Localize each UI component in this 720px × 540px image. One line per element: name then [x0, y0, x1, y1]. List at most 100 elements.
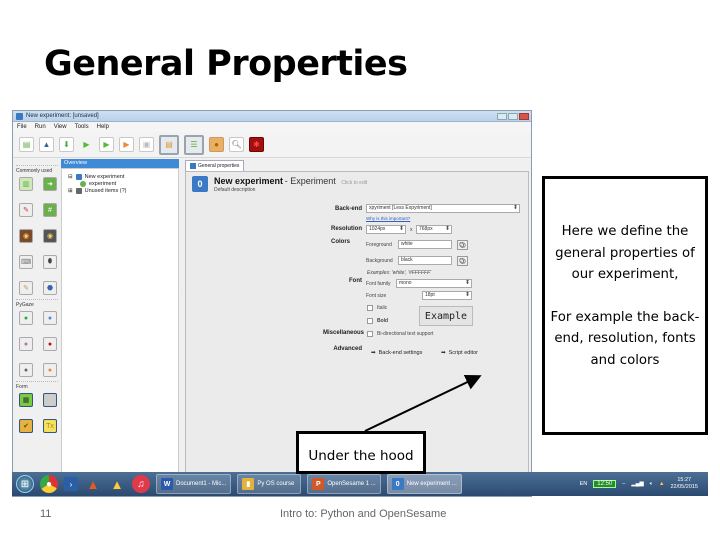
background-input[interactable]: black — [398, 256, 452, 265]
menu-file[interactable]: File — [17, 124, 27, 130]
callout-text-1: Here we define the general properties of… — [555, 224, 695, 282]
clock[interactable]: 15:27 22/05/2015 — [670, 477, 698, 491]
run-window-icon[interactable]: ▶ — [99, 137, 114, 152]
synth-item-icon[interactable]: ◉ — [43, 229, 57, 243]
powershell-icon[interactable]: › — [64, 477, 78, 491]
advanced-label: Advanced — [333, 346, 362, 352]
pygaze-log-icon[interactable]: ● — [43, 363, 57, 377]
foreground-input[interactable]: white — [398, 240, 452, 249]
start-orb-icon[interactable]: ⊞ — [16, 475, 34, 493]
debug-icon[interactable]: ✱ — [249, 137, 264, 152]
taskbar-window-word[interactable]: W Document1 - Mic... — [156, 474, 232, 494]
opensesame-window: New experiment: [unsaved] File Run View … — [12, 110, 532, 497]
backend-settings-button[interactable]: ➡ Back-end settings — [371, 350, 422, 356]
taskbar-window-label: OpenSesame 1 ... — [327, 481, 376, 487]
itunes-icon[interactable]: ♫ — [132, 475, 150, 493]
keyboard-response-item-icon[interactable]: ⌨ — [19, 255, 33, 269]
pygaze-wait-icon[interactable]: ● — [19, 363, 33, 377]
form-base-icon[interactable]: ▦ — [19, 393, 33, 407]
bold-checkbox[interactable] — [367, 318, 373, 324]
script-editor-button[interactable]: ➡ Script editor — [441, 350, 478, 356]
close-button[interactable] — [519, 112, 529, 120]
show-hidden-icons[interactable]: – — [622, 481, 625, 487]
foreground-label: Foreground — [366, 242, 392, 248]
miscellaneous-label: Miscellaneous — [322, 330, 364, 336]
overview-header: Overview — [61, 159, 179, 168]
battery-indicator[interactable]: 12:50 — [593, 480, 617, 488]
feedback-item-icon[interactable]: # — [43, 203, 57, 217]
collapse-icon[interactable]: ⊟ — [68, 174, 73, 180]
minimize-button[interactable] — [497, 112, 507, 120]
taskbar-window-folder[interactable]: ▮ Py OS course — [237, 474, 302, 494]
tab-general-icon[interactable]: ▤ — [159, 134, 179, 155]
slide-footer: Intro to: Python and OpenSesame — [280, 508, 447, 520]
google-drive-icon[interactable]: ▲ — [108, 475, 126, 493]
pygaze-init-icon[interactable]: ● — [19, 311, 33, 325]
clock-date: 22/05/2015 — [670, 484, 698, 490]
experiment-type: - Experiment — [284, 176, 336, 186]
window-titlebar[interactable]: New experiment: [unsaved] — [13, 111, 531, 122]
chrome-icon[interactable]: ● — [40, 475, 58, 493]
sampler-item-icon[interactable]: ◉ — [19, 229, 33, 243]
expand-icon[interactable]: ⊞ — [68, 188, 73, 194]
italic-checkbox[interactable] — [367, 305, 373, 311]
menu-view[interactable]: View — [54, 124, 67, 130]
tree-node-new-experiment[interactable]: ⊟ New experiment — [68, 173, 172, 180]
font-label: Font — [349, 278, 362, 284]
language-indicator[interactable]: EN — [580, 481, 588, 487]
font-family-select[interactable]: mono — [396, 279, 472, 288]
system-tray: EN 12:50 – ▂▄▆ 🔈︎ ▲ 15:27 22/05/2015 — [580, 477, 708, 491]
maximize-button[interactable] — [508, 112, 518, 120]
menu-run[interactable]: Run — [35, 124, 46, 130]
font-family-label: Font family — [366, 281, 391, 287]
backend-select[interactable]: xpyriment [Less Expyriment] — [366, 204, 520, 213]
pygaze-start-recording-icon[interactable]: ● — [19, 337, 33, 351]
foreground-color-picker-button[interactable]: 🎨︎ — [457, 240, 468, 250]
menu-help[interactable]: Help — [97, 124, 109, 130]
sketchpad-item-icon[interactable]: ✎ — [19, 203, 33, 217]
font-size-spinbox[interactable]: 18pt — [422, 291, 472, 300]
tree-node-experiment[interactable]: experiment — [68, 180, 172, 187]
form-text-input-icon[interactable]: Tx — [43, 419, 57, 433]
form-text-display-icon[interactable] — [43, 393, 57, 407]
matlab-icon[interactable]: ▲ — [84, 475, 102, 493]
menu-tools[interactable]: Tools — [75, 124, 89, 130]
variable-inspector-icon[interactable]: 🔍︎ — [229, 137, 244, 152]
pool-icon[interactable]: ● — [209, 137, 224, 152]
height-spinbox[interactable]: 768px — [416, 225, 452, 234]
loop-item-icon[interactable]: ▥ — [19, 177, 33, 191]
save-icon[interactable]: ⬇ — [59, 137, 74, 152]
background-color-picker-button[interactable]: 🎨︎ — [457, 256, 468, 266]
drive-sync-icon[interactable]: ▲ — [659, 481, 664, 487]
bidi-checkbox[interactable] — [367, 331, 373, 337]
inline-script-item-icon[interactable]: ⬣ — [43, 281, 57, 295]
backend-help-link[interactable]: Why is this important? — [366, 216, 410, 221]
folder-icon: ▮ — [242, 478, 255, 490]
tab-general-properties[interactable]: General properties — [185, 160, 245, 171]
opensesame-icon: 0 — [391, 478, 404, 490]
tree-node-unused-items[interactable]: ⊞ Unused items (?) — [68, 187, 172, 194]
font-family-value: mono — [399, 280, 412, 286]
signal-icon[interactable]: ▂▄▆ — [631, 481, 643, 487]
experiment-description[interactable]: Default description — [214, 187, 367, 193]
run-quick-icon[interactable]: ▶ — [119, 137, 134, 152]
open-folder-icon[interactable]: ▲ — [39, 137, 54, 152]
logger-item-icon[interactable]: ✎ — [19, 281, 33, 295]
experiment-name[interactable]: New experiment — [214, 176, 283, 186]
app-icon — [16, 112, 23, 120]
volume-icon[interactable]: 🔈︎ — [650, 481, 653, 488]
sequence-item-icon[interactable]: ➜ — [43, 177, 57, 191]
form-multiple-choice-icon[interactable]: ✔ — [19, 419, 33, 433]
kill-icon[interactable]: ▣ — [139, 137, 154, 152]
pygaze-drift-correct-icon[interactable]: ● — [43, 311, 57, 325]
new-file-icon[interactable]: ▤ — [19, 137, 34, 152]
overview-tree: ⊟ New experiment experiment ⊞ Unused ite… — [61, 168, 179, 483]
mouse-response-item-icon[interactable]: ⬮ — [43, 255, 57, 269]
run-icon[interactable]: ▶ — [79, 137, 94, 152]
pygaze-stop-recording-icon[interactable]: ● — [43, 337, 57, 351]
overview-icon[interactable]: ☰ — [184, 134, 204, 155]
height-value: 768px — [419, 226, 433, 232]
slide: General Properties New experiment: [unsa… — [0, 0, 720, 540]
backend-settings-label: Back-end settings — [378, 350, 423, 356]
width-spinbox[interactable]: 1024px — [366, 225, 406, 234]
